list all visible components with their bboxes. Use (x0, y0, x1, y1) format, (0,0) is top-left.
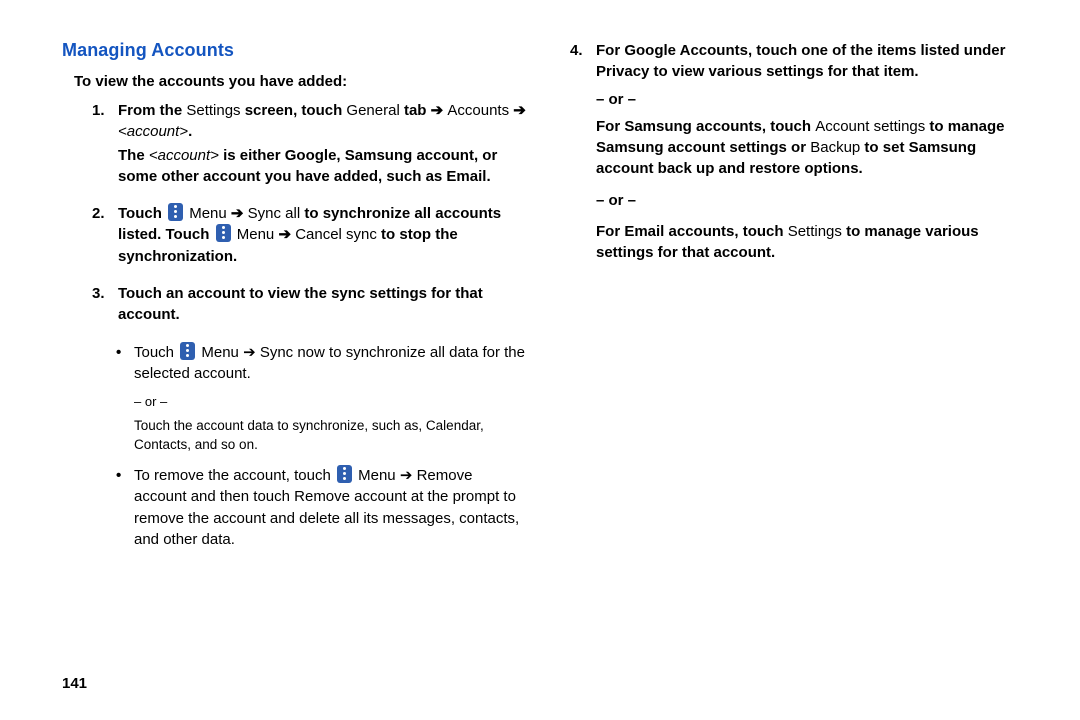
sub-bullet-remove-account: • To remove the account, touch Menu ➔ Re… (116, 465, 526, 550)
ui-cancel-sync: Cancel sync (295, 226, 377, 243)
txt: Touch (134, 344, 178, 361)
txt: Touch (118, 205, 166, 222)
arrow-icon: ➔ (400, 467, 413, 484)
ui-settings: Settings (788, 223, 842, 240)
txt: The (118, 147, 149, 164)
step-body: From the Settings screen, touch General … (118, 100, 526, 189)
step-body: For Google Accounts, touch one of the it… (596, 40, 1034, 266)
sub-bullet-sync-now: • Touch Menu ➔ Sync now to synchronize a… (116, 342, 526, 385)
or-separator: – or – (596, 190, 1034, 211)
ui-menu: Menu (237, 226, 275, 243)
bullet-icon: • (116, 342, 134, 385)
menu-icon (337, 465, 352, 483)
step-number: 4. (570, 40, 596, 266)
step-4: 4. For Google Accounts, touch one of the… (570, 40, 1034, 266)
ui-settings: Settings (186, 102, 240, 119)
ui-menu: Menu (189, 205, 227, 222)
txt: From the (118, 102, 186, 119)
step-3: 3. Touch an account to view the sync set… (92, 283, 526, 328)
menu-icon (216, 224, 231, 242)
ui-general-tab: General (346, 102, 399, 119)
arrow-icon: ➔ (231, 205, 244, 222)
txt: To remove the account, touch (134, 467, 335, 484)
menu-icon (180, 342, 195, 360)
txt: Touch an account to view the sync settin… (118, 283, 526, 326)
ui-sync-now: Sync now (260, 344, 325, 361)
txt: screen, touch (241, 102, 347, 119)
or-separator: – or – (134, 394, 526, 409)
bullet-text: To remove the account, touch Menu ➔ Remo… (134, 465, 526, 550)
right-column: 4. For Google Accounts, touch one of the… (570, 40, 1034, 700)
step-1: 1. From the Settings screen, touch Gener… (92, 100, 526, 189)
bullet-icon: • (116, 465, 134, 550)
arrow-icon: ➔ (278, 226, 291, 243)
page-number: 141 (62, 675, 87, 692)
or-separator: – or – (596, 89, 1034, 110)
ui-accounts: Accounts (447, 102, 509, 119)
ui-account-settings: Account settings (815, 118, 925, 135)
txt: For Email accounts, touch (596, 223, 788, 240)
step-number: 1. (92, 100, 118, 189)
ui-menu: Menu (201, 344, 239, 361)
ui-sync-all: Sync all (248, 205, 301, 222)
bullet-text: Touch Menu ➔ Sync now to synchronize all… (134, 342, 526, 385)
ui-menu: Menu (358, 467, 396, 484)
step-2: 2. Touch Menu ➔ Sync all to synchronize … (92, 203, 526, 269)
arrow-icon: ➔ (431, 102, 444, 119)
step-body: Touch Menu ➔ Sync all to synchronize all… (118, 203, 526, 269)
ui-backup: Backup (810, 139, 860, 156)
step-body: Touch an account to view the sync settin… (118, 283, 526, 328)
ui-remove-account-confirm: Remove account (294, 488, 407, 505)
arrow-icon: ➔ (243, 344, 256, 361)
section-heading: Managing Accounts (62, 40, 526, 61)
left-column: Managing Accounts To view the accounts y… (62, 40, 526, 700)
subheading: To view the accounts you have added: (74, 73, 526, 90)
account-placeholder: <account> (118, 123, 188, 140)
txt: For Samsung accounts, touch (596, 118, 815, 135)
menu-icon (168, 203, 183, 221)
txt: and then touch (187, 488, 295, 505)
txt: . (188, 123, 192, 140)
account-placeholder: <account> (149, 147, 219, 164)
arrow-icon: ➔ (513, 102, 526, 119)
manual-page: Managing Accounts To view the accounts y… (0, 0, 1080, 720)
step-number: 3. (92, 283, 118, 328)
txt: For Google Accounts, touch one of the it… (596, 40, 1034, 83)
step-number: 2. (92, 203, 118, 269)
txt: tab (400, 102, 431, 119)
sub-detail-text: Touch the account data to synchronize, s… (134, 417, 526, 455)
